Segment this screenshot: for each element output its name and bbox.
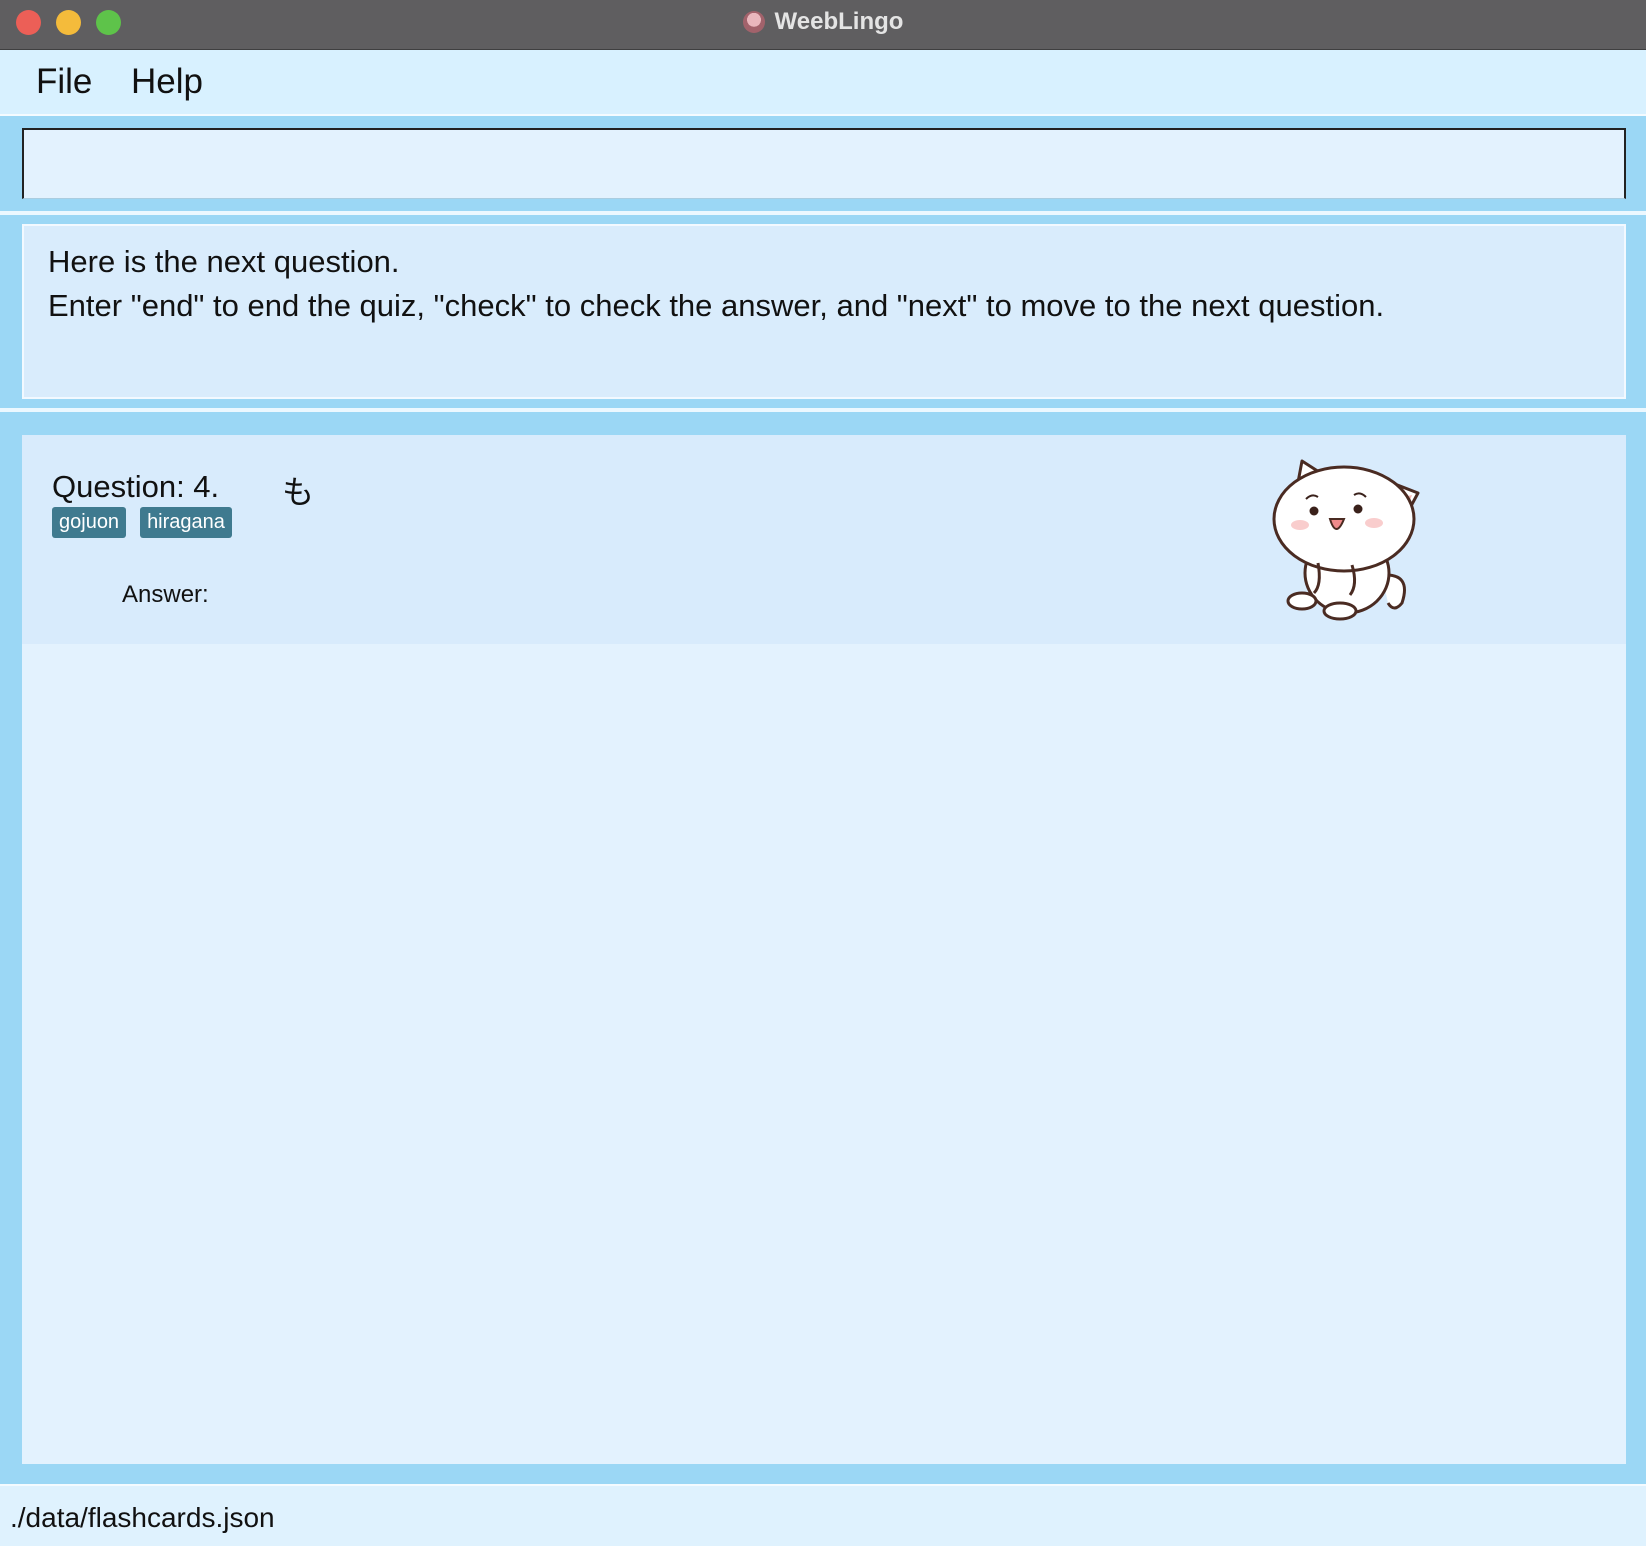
question-character: も	[282, 474, 315, 510]
app-logo-icon	[742, 11, 765, 33]
command-box[interactable]	[22, 128, 1626, 199]
tag-badge: gojuon	[52, 507, 127, 538]
tag-badge: hiragana	[140, 507, 232, 538]
result-message-line: Enter "end" to end the quiz, "check" to …	[48, 288, 1385, 323]
menu-help[interactable]: Help	[131, 62, 203, 102]
tag-list: gojuon hiragana	[52, 507, 232, 538]
result-message-line: Here is the next question.	[48, 244, 400, 279]
window-title: WeebLingo	[774, 8, 904, 35]
flashcard-list-panel: Question: 4. も gojuon hiragana Answer:	[22, 435, 1626, 1464]
data-file-path: ./data/flashcards.json	[10, 1502, 275, 1533]
flashcard-card[interactable]: Question: 4. も gojuon hiragana Answer:	[22, 435, 1626, 644]
result-display: Here is the next question. Enter "end" t…	[22, 224, 1626, 399]
menu-file[interactable]: File	[36, 62, 92, 102]
divider	[0, 211, 1646, 215]
question-label: Question: 4.	[52, 469, 220, 504]
command-input[interactable]	[24, 130, 1624, 198]
cat-mascot-icon	[1272, 459, 1420, 621]
window-title-group: WeebLingo	[0, 0, 1646, 44]
menu-bar: File Help	[0, 50, 1646, 116]
window-titlebar: WeebLingo	[0, 0, 1646, 50]
answer-label: Answer:	[122, 581, 209, 608]
status-bar: ./data/flashcards.json	[0, 1484, 1646, 1546]
divider	[0, 408, 1646, 412]
